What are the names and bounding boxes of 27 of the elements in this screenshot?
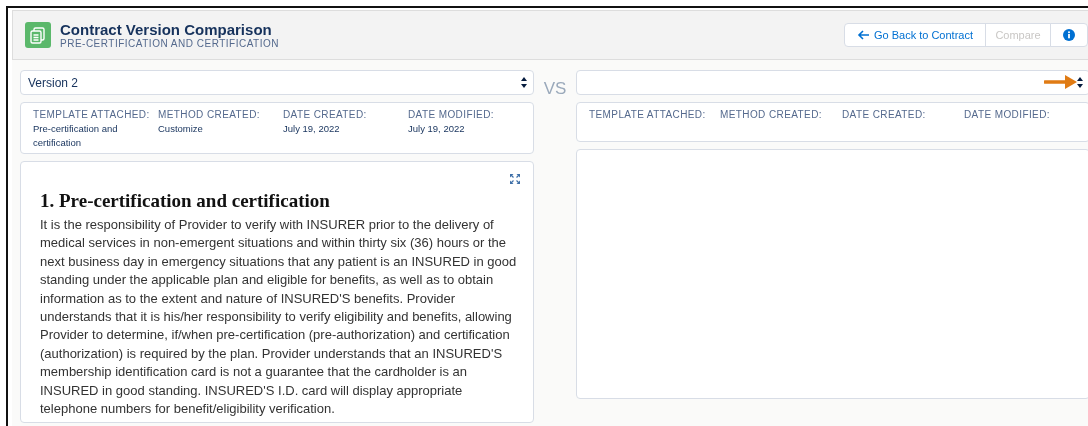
expand-icon[interactable] [509,173,521,185]
document-icon [25,22,51,48]
left-arrow-icon [856,30,870,40]
vs-label: VS [542,78,568,100]
field-label: METHOD CREATED: [158,108,261,121]
field-value: July 19, 2022 [283,122,341,136]
info-button[interactable] [1050,23,1088,47]
section-text: It is the responsibility of Provider to verify with INSURER prior to the delivery of medical services in non-emergent situations and within thirty six (36) hours or the next business day in emergency situations that any patient is an INSURED in good standing under the applicable plan and eligible for benefits, as well as to obtain information as to the extent and nature of INSURED'S benefits. Provider understands that it is his/her responsibility to verify eligibility and benefits, allowing Provider to determine, if/when pre-certification (pre-authorization) and certification (authorization) is required by the plan. Provider understands that an INSURED'S membership identification card is not a guarantee that the cardholder is an INSURED in good standing. INSURED'S I.D. card will display appropriate telephone numbers for benefit/eligibility verification. [40,216,518,419]
field-value: Customize [158,122,204,136]
select-value: Version 2 [28,75,79,90]
field-label: TEMPLATE ATTACHED: [33,108,151,121]
section-heading: 1. Pre-certification and certification [40,190,331,212]
select-arrows-icon [1077,77,1083,88]
field-value: Pre-certification and certification [33,122,119,150]
field-label: METHOD CREATED: [720,108,823,121]
field-label: DATE MODIFIED: [964,108,1051,121]
field-label: DATE CREATED: [842,108,927,121]
select-arrows-icon [521,77,527,88]
page-subtitle: PRE-CERTIFICATION AND CERTIFICATION [60,37,280,50]
field-label: DATE MODIFIED: [408,108,495,121]
field-label: TEMPLATE ATTACHED: [589,108,707,121]
field-label: DATE CREATED: [283,108,368,121]
version-select[interactable]: Version 2 [20,70,534,95]
field-value: July 19, 2022 [408,122,466,136]
info-icon [1063,29,1075,41]
go-back-button[interactable]: Go Back to Contract [843,23,986,47]
page-title: Contract Version Comparison [60,20,273,38]
